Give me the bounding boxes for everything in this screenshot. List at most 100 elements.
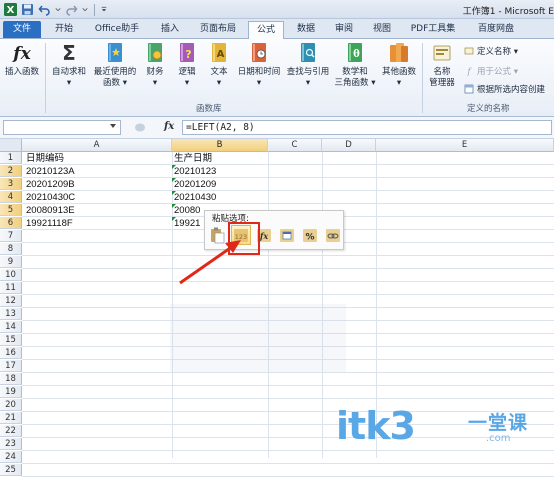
paste-percent-button[interactable]: % — [300, 225, 320, 245]
redo-icon[interactable] — [65, 3, 78, 16]
cell-a5[interactable]: 20080913E — [26, 205, 75, 217]
row-header-10[interactable]: 10 — [0, 269, 22, 281]
undo-icon[interactable] — [38, 3, 51, 16]
cell-b5[interactable]: 20080 — [174, 205, 200, 217]
cell-a4[interactable]: 20210430C — [26, 192, 75, 204]
lookup-reference-button[interactable]: 查找与引用 ▾ — [283, 41, 333, 89]
use-in-formula-command[interactable]: f 用于公式 ▾ — [464, 65, 518, 77]
more-functions-button[interactable]: 其他函数 ▾ — [378, 41, 420, 89]
tab-pdf-tools[interactable]: PDF工具集 — [404, 21, 462, 38]
save-icon[interactable] — [21, 3, 34, 16]
chevron-down-icon[interactable] — [110, 124, 116, 128]
group-label-defined-names: 定义的名称 — [467, 104, 510, 114]
cell-b6[interactable]: 19921 — [174, 218, 200, 230]
customize-qat-icon[interactable] — [101, 3, 107, 16]
row-header-17[interactable]: 17 — [0, 360, 22, 372]
book-star-icon — [108, 43, 122, 62]
row-gridline — [22, 255, 554, 256]
row-header-22[interactable]: 22 — [0, 425, 22, 437]
row-header-8[interactable]: 8 — [0, 243, 22, 255]
cell-b2[interactable]: 20210123 — [174, 166, 216, 178]
chevron-down-icon[interactable] — [82, 3, 88, 16]
column-header-e[interactable]: E — [376, 139, 554, 152]
svg-text:?: ? — [185, 48, 191, 61]
cell-b3[interactable]: 20201209 — [174, 179, 216, 191]
formula-input[interactable]: =LEFT(A2, 8) — [182, 120, 552, 135]
name-manager-button[interactable]: 名称 管理器 — [424, 41, 460, 89]
column-header-c[interactable]: C — [268, 139, 322, 152]
row-header-4[interactable]: 4 — [0, 191, 22, 203]
row-header-21[interactable]: 21 — [0, 412, 22, 424]
tab-file[interactable]: 文件 — [3, 21, 41, 38]
tab-view[interactable]: 视图 — [366, 21, 398, 38]
insert-function-fx-button[interactable]: fx — [164, 121, 174, 132]
tab-baidu-netdisk[interactable]: 百度网盘 — [470, 21, 522, 38]
text-button[interactable]: A 文本 ▾ — [204, 41, 234, 89]
column-header-d[interactable]: D — [322, 139, 376, 152]
formula-bar: fx =LEFT(A2, 8) — [0, 117, 554, 139]
text-label: 文本 — [210, 67, 228, 77]
row-header-5[interactable]: 5 — [0, 204, 22, 216]
row-gridline — [22, 268, 554, 269]
insert-function-button[interactable]: fx 插入函数 — [2, 41, 42, 78]
select-all-corner[interactable] — [0, 139, 22, 152]
group-separator — [422, 43, 423, 113]
tab-home[interactable]: 开始 — [48, 21, 80, 38]
date-time-button[interactable]: 日期和时间 ▾ — [236, 41, 282, 89]
paste-percent-icon: % — [303, 229, 317, 243]
define-name-command[interactable]: 定义名称 ▾ — [464, 45, 518, 57]
row-header-16[interactable]: 16 — [0, 347, 22, 359]
define-name-icon — [464, 47, 474, 55]
row-header-15[interactable]: 15 — [0, 334, 22, 346]
tab-office-assistant[interactable]: Office助手 — [86, 21, 148, 38]
tab-formulas[interactable]: 公式 — [248, 21, 284, 40]
row-header-1[interactable]: 1 — [0, 152, 22, 164]
row-header-11[interactable]: 11 — [0, 282, 22, 294]
recently-used-button[interactable]: 最近使用的 函数 ▾ — [90, 41, 140, 89]
row-header-7[interactable]: 7 — [0, 230, 22, 242]
row-header-19[interactable]: 19 — [0, 386, 22, 398]
row-header-18[interactable]: 18 — [0, 373, 22, 385]
cell-a1[interactable]: 日期编码 — [26, 153, 64, 165]
math-trig-button[interactable]: θ 数学和 三角函数 ▾ — [333, 41, 377, 89]
row-header-20[interactable]: 20 — [0, 399, 22, 411]
row-header-6[interactable]: 6 — [0, 217, 22, 229]
tab-data[interactable]: 数据 — [290, 21, 322, 38]
cell-a3[interactable]: 20201209B — [26, 179, 75, 191]
logical-button[interactable]: ? 逻辑 ▾ — [172, 41, 202, 89]
tab-page-layout[interactable]: 页面布局 — [192, 21, 244, 38]
row-header-14[interactable]: 14 — [0, 321, 22, 333]
row-header-9[interactable]: 9 — [0, 256, 22, 268]
paste-button[interactable] — [207, 225, 227, 245]
row-header-24[interactable]: 24 — [0, 451, 22, 463]
tab-review[interactable]: 审阅 — [328, 21, 360, 38]
cell-a2[interactable]: 20210123A — [26, 166, 75, 178]
tab-insert[interactable]: 插入 — [154, 21, 186, 38]
cell-b4[interactable]: 20210430 — [174, 192, 216, 204]
row-header-13[interactable]: 13 — [0, 308, 22, 320]
create-from-selection-command[interactable]: 根据所选内容创建 — [464, 83, 545, 95]
autosum-button[interactable]: Σ 自动求和 ▾ — [48, 41, 90, 89]
highlight-box — [228, 222, 260, 255]
cell-a6[interactable]: 19921118F — [26, 218, 73, 230]
column-header-b[interactable]: B — [172, 139, 268, 152]
row-header-23[interactable]: 23 — [0, 438, 22, 450]
chevron-down-icon[interactable] — [55, 3, 61, 16]
paste-formatting-button[interactable] — [277, 225, 297, 245]
cell-b1[interactable]: 生产日期 — [174, 153, 212, 165]
watermark-cn: 一堂课 — [468, 412, 529, 434]
recently-used-label: 最近使用的 — [93, 67, 137, 77]
row-header-25[interactable]: 25 — [0, 464, 22, 476]
title-bar: X 工作簿1 - Microsoft E — [0, 0, 554, 19]
paste-link-button[interactable] — [323, 225, 343, 245]
row-header-12[interactable]: 12 — [0, 295, 22, 307]
error-indicator-icon — [172, 165, 176, 169]
financial-button[interactable]: 财务 ▾ — [140, 41, 170, 89]
name-box[interactable] — [3, 120, 121, 135]
lookup-reference-label: 查找与引用 — [286, 67, 330, 77]
watermark-com: .com — [486, 433, 511, 444]
column-header-a[interactable]: A — [22, 139, 172, 152]
row-header-2[interactable]: 2 — [0, 165, 22, 177]
row-header-3[interactable]: 3 — [0, 178, 22, 190]
create-from-selection-icon — [464, 84, 474, 94]
